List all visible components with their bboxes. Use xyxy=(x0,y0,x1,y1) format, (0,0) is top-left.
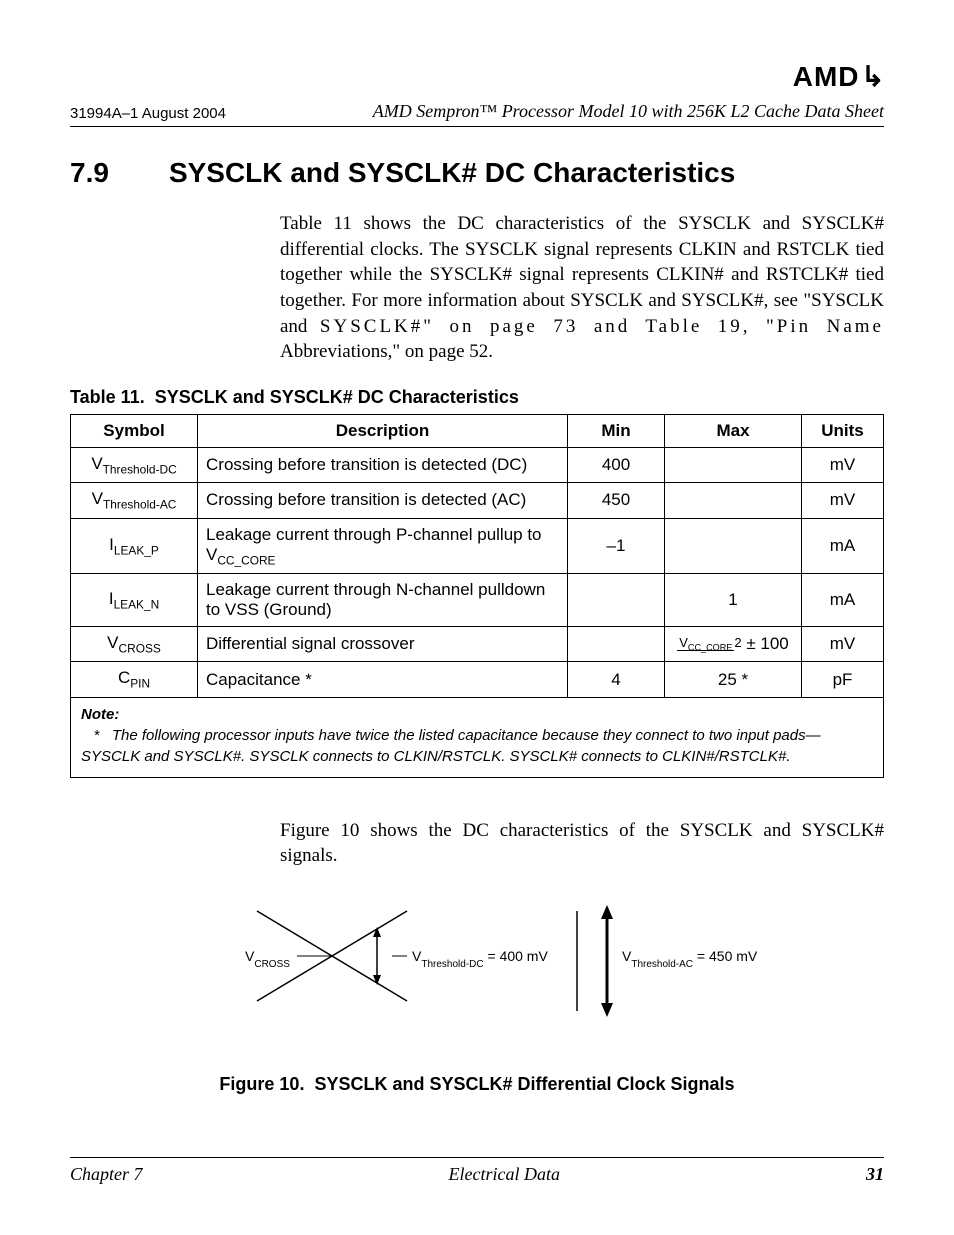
svg-text:VThreshold-DC = 400 mV: VThreshold-DC = 400 mV xyxy=(412,948,548,970)
note-text: The following processor inputs have twic… xyxy=(81,727,821,765)
section-title: SYSCLK and SYSCLK# DC Characteristics xyxy=(169,157,735,189)
cell-min: 450 xyxy=(568,483,665,518)
table-row: CPINCapacitance *425 *pF xyxy=(71,662,884,697)
cell-units: mV xyxy=(802,627,884,662)
col-max: Max xyxy=(665,414,802,447)
cell-units: mA xyxy=(802,518,884,573)
cell-units: mV xyxy=(802,447,884,482)
table-row: ILEAK_PLeakage current through P-channel… xyxy=(71,518,884,573)
page-footer: Chapter 7 Electrical Data 31 xyxy=(70,1164,884,1185)
col-symbol: Symbol xyxy=(71,414,198,447)
cell-min xyxy=(568,574,665,627)
cell-units: mA xyxy=(802,574,884,627)
col-min: Min xyxy=(568,414,665,447)
cell-max xyxy=(665,518,802,573)
cell-description: Capacitance * xyxy=(198,662,568,697)
table-row: ILEAK_NLeakage current through N-channel… xyxy=(71,574,884,627)
cell-description: Crossing before transition is detected (… xyxy=(198,483,568,518)
col-description: Description xyxy=(198,414,568,447)
cell-symbol: ILEAK_P xyxy=(71,518,198,573)
cell-max xyxy=(665,483,802,518)
section-number: 7.9 xyxy=(70,157,109,189)
cell-units: mV xyxy=(802,483,884,518)
cell-max xyxy=(665,447,802,482)
cell-description: Differential signal crossover xyxy=(198,627,568,662)
cell-max: VCC_CORE2 ± 100 xyxy=(665,627,802,662)
header-rule xyxy=(70,126,884,127)
note-title: Note: xyxy=(81,706,119,723)
cell-units: pF xyxy=(802,662,884,697)
svg-text:VThreshold-AC = 450 mV: VThreshold-AC = 450 mV xyxy=(622,948,757,970)
section-heading: 7.9 SYSCLK and SYSCLK# DC Characteristic… xyxy=(70,157,884,189)
cell-description: Leakage current through N-channel pulldo… xyxy=(198,574,568,627)
cell-symbol: VThreshold-DC xyxy=(71,447,198,482)
doc-title: AMD Sempron™ Processor Model 10 with 256… xyxy=(373,101,884,122)
doc-id: 31994A–1 August 2004 xyxy=(70,105,226,122)
cell-max: 1 xyxy=(665,574,802,627)
table-row: VThreshold-ACCrossing before transition … xyxy=(71,483,884,518)
footer-page-number: 31 xyxy=(866,1164,884,1185)
table-note-row: Note: * The following processor inputs h… xyxy=(71,697,884,777)
footer-section: Electrical Data xyxy=(449,1164,560,1185)
cell-symbol: VThreshold-AC xyxy=(71,483,198,518)
cell-description: Leakage current through P-channel pullup… xyxy=(198,518,568,573)
clock-signal-diagram: VCROSS VThreshold-DC = 400 mV VThreshold… xyxy=(197,891,757,1051)
page-header: 31994A–1 August 2004 AMD Sempron™ Proces… xyxy=(70,101,884,122)
table-row: VThreshold-DCCrossing before transition … xyxy=(71,447,884,482)
col-units: Units xyxy=(802,414,884,447)
svg-text:VCROSS: VCROSS xyxy=(245,948,290,970)
cell-min: –1 xyxy=(568,518,665,573)
cell-min: 4 xyxy=(568,662,665,697)
table-header-row: Symbol Description Min Max Units xyxy=(71,414,884,447)
footer-chapter: Chapter 7 xyxy=(70,1164,143,1185)
cell-symbol: ILEAK_N xyxy=(71,574,198,627)
table-row: VCROSSDifferential signal crossover VCC_C… xyxy=(71,627,884,662)
cell-symbol: CPIN xyxy=(71,662,198,697)
cell-description: Crossing before transition is detected (… xyxy=(198,447,568,482)
table-caption: Table 11. SYSCLK and SYSCLK# DC Characte… xyxy=(70,387,884,408)
brand-logo: AMD↲ xyxy=(70,60,884,93)
cell-symbol: VCROSS xyxy=(71,627,198,662)
intro-paragraph: Table 11 shows the DC characteristics of… xyxy=(280,211,884,365)
figure-caption: Figure 10. SYSCLK and SYSCLK# Differenti… xyxy=(197,1074,757,1095)
note-marker: * xyxy=(94,727,100,744)
figure-intro-paragraph: Figure 10 shows the DC characteristics o… xyxy=(280,818,884,869)
cell-max: 25 * xyxy=(665,662,802,697)
cell-min xyxy=(568,627,665,662)
cell-min: 400 xyxy=(568,447,665,482)
figure-10: VCROSS VThreshold-DC = 400 mV VThreshold… xyxy=(197,891,757,1095)
footer-rule xyxy=(70,1157,884,1158)
dc-characteristics-table: Symbol Description Min Max Units VThresh… xyxy=(70,414,884,778)
